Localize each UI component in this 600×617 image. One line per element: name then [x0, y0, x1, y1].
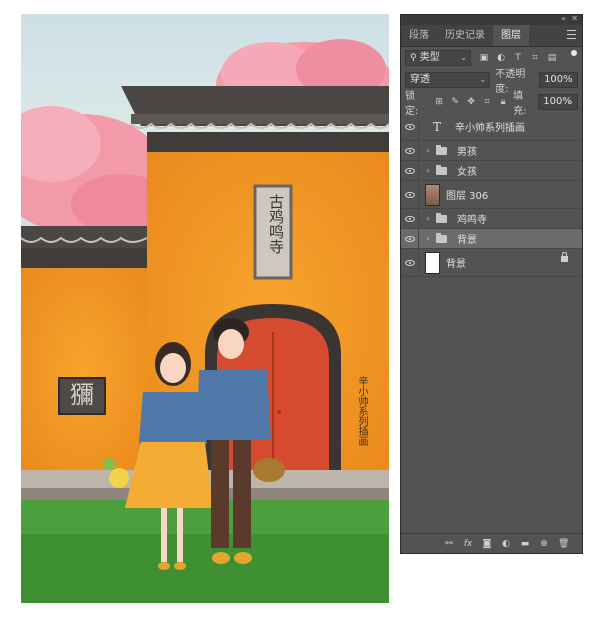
illustration [21, 14, 389, 603]
layer-name: 辛小帅系列插画 [455, 123, 526, 134]
folder-icon [436, 212, 447, 223]
layer-thumbnail [425, 251, 440, 274]
text-layer-icon: T [433, 119, 442, 134]
filter-pixel-icon[interactable]: ▣ [479, 53, 489, 63]
layer-name: 女孩 [457, 167, 477, 178]
layer-item[interactable]: › 男孩 [401, 141, 582, 161]
chevron-right-icon[interactable]: › [423, 166, 433, 175]
visibility-eye-icon[interactable] [401, 161, 419, 180]
layer-item[interactable]: › 女孩 [401, 161, 582, 181]
layers-bottom-toolbar: ⚯ fx ◙ ◐ ▬ ⊕ 🗑︎ [401, 533, 582, 553]
chevron-right-icon[interactable]: › [423, 234, 433, 243]
temple-plaque-text: 古鸡鸣寺 [267, 194, 285, 254]
layer-item[interactable]: T 辛小帅系列插画 [401, 113, 582, 141]
blend-row: 穿透 ⌄ 不透明度: 100% ⌄ [401, 69, 582, 95]
panel-title-bar: « ✕ [401, 14, 582, 25]
chevron-down-icon: ⌄ [567, 75, 574, 84]
layer-name: 背景 [446, 259, 466, 270]
layer-item[interactable]: 图层 306 [401, 181, 582, 209]
layer-style-icon[interactable]: fx [463, 539, 473, 549]
collapse-icon[interactable]: « [561, 14, 566, 23]
layers-panel: « ✕ 段落 历史记录 图层 ⚲ 类型 ⌄ ▣ ◐ T ⌗ ▤ 穿透 ⌄ 不透明… [400, 14, 583, 554]
layer-item-selected[interactable]: › 背景 [401, 229, 582, 249]
chevron-right-icon[interactable]: › [423, 214, 433, 223]
lock-icon [561, 252, 568, 262]
visibility-eye-icon[interactable] [401, 181, 419, 208]
document-canvas[interactable]: 古鸡鸣寺 獼 辛小帅系列插画 [21, 14, 389, 603]
add-mask-icon[interactable]: ◙ [482, 539, 492, 549]
new-group-icon[interactable]: ▬ [520, 539, 530, 549]
tab-layers[interactable]: 图层 [493, 25, 529, 46]
close-icon[interactable]: ✕ [571, 14, 578, 23]
lock-brush-icon[interactable]: ✎ [450, 97, 460, 107]
adjustment-layer-icon[interactable]: ◐ [501, 539, 511, 549]
visibility-eye-icon[interactable] [401, 229, 419, 248]
visibility-eye-icon[interactable] [401, 141, 419, 160]
chevron-down-icon: ⌄ [567, 97, 574, 106]
folder-icon [436, 144, 447, 155]
tab-paragraph[interactable]: 段落 [401, 25, 437, 46]
visibility-eye-icon[interactable] [401, 249, 419, 276]
filter-adjustment-icon[interactable]: ◐ [496, 53, 506, 63]
panel-menu-icon[interactable] [567, 30, 576, 39]
filter-type-icon[interactable]: T [513, 53, 523, 63]
layer-filter-row: ⚲ 类型 ⌄ ▣ ◐ T ⌗ ▤ [401, 47, 582, 69]
lock-position-icon[interactable]: ✥ [466, 97, 476, 107]
fill-input[interactable]: 100% ⌄ [538, 94, 578, 110]
panel-tabs: 段落 历史记录 图层 [401, 25, 582, 47]
chevron-right-icon[interactable]: › [423, 146, 433, 155]
layer-name: 背景 [457, 235, 477, 246]
lock-artboard-icon[interactable]: ⌗ [482, 97, 492, 107]
search-icon: ⚲ [410, 53, 417, 63]
new-layer-icon[interactable]: ⊕ [539, 539, 549, 549]
layer-name: 鸡鸣寺 [457, 215, 487, 226]
lock-row: 锁定: ⊞ ✎ ✥ ⌗ 🔒︎ 填充: 100% ⌄ [401, 91, 582, 117]
filter-toggle-icon[interactable] [571, 50, 577, 56]
chevron-down-icon: ⌄ [460, 53, 467, 62]
folder-icon [436, 164, 447, 175]
layer-thumbnail [425, 183, 440, 206]
opacity-input[interactable]: 100% ⌄ [539, 72, 578, 88]
layer-item[interactable]: 背景 [401, 249, 582, 277]
visibility-eye-icon[interactable] [401, 113, 419, 140]
layer-item[interactable]: › 鸡鸣寺 [401, 209, 582, 229]
artist-signature: 辛小帅系列插画 [356, 376, 367, 446]
filter-shape-icon[interactable]: ⌗ [530, 53, 540, 63]
folder-icon [436, 232, 447, 243]
lock-transparent-icon[interactable]: ⊞ [434, 97, 444, 107]
stone-sign-text: 獼 [70, 381, 94, 409]
layers-list: T 辛小帅系列插画 › 男孩 › 女孩 图层 306 › 鸡鸣寺 › 背景 背景 [401, 113, 582, 277]
chevron-down-icon: ⌄ [479, 75, 487, 84]
lock-all-icon[interactable]: 🔒︎ [498, 97, 508, 107]
trash-icon[interactable]: 🗑︎ [558, 539, 569, 549]
filter-smart-object-icon[interactable]: ▤ [547, 53, 557, 63]
blend-mode-select[interactable]: 穿透 ⌄ [405, 72, 491, 88]
tab-history[interactable]: 历史记录 [437, 25, 493, 46]
visibility-eye-icon[interactable] [401, 209, 419, 228]
link-layers-icon[interactable]: ⚯ [444, 539, 454, 549]
layer-name: 男孩 [457, 147, 477, 158]
layer-name: 图层 306 [446, 191, 489, 202]
filter-kind-select[interactable]: ⚲ 类型 ⌄ [405, 50, 471, 66]
